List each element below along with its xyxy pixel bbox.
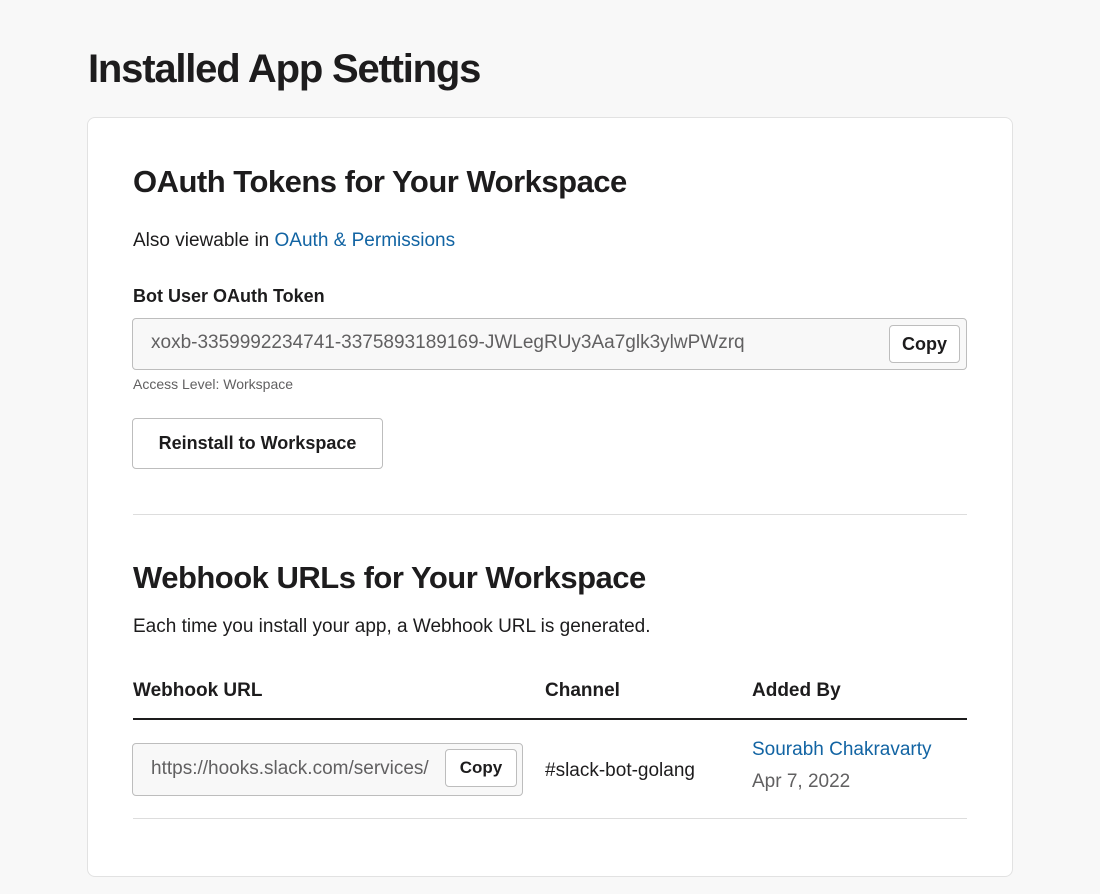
copy-webhook-button[interactable]: Copy (445, 749, 517, 787)
access-level-note: Access Level: Workspace (133, 376, 294, 392)
oauth-permissions-link[interactable]: OAuth & Permissions (275, 230, 456, 251)
copy-token-button[interactable]: Copy (889, 325, 960, 363)
table-header-rule (133, 718, 967, 720)
webhook-section-title: Webhook URLs for Your Workspace (133, 560, 646, 595)
bot-token-label: Bot User OAuth Token (133, 286, 325, 306)
column-header-channel: Channel (545, 680, 620, 701)
settings-card: OAuth Tokens for Your Workspace Also vie… (87, 117, 1013, 877)
webhook-url-value[interactable]: https://hooks.slack.com/services/ (151, 758, 447, 780)
row-divider (133, 818, 967, 819)
column-header-webhook-url: Webhook URL (133, 680, 263, 701)
webhook-description: Each time you install your app, a Webhoo… (133, 616, 651, 637)
page-title: Installed App Settings (88, 47, 481, 91)
section-divider (133, 514, 967, 515)
webhook-channel: #slack-bot-golang (545, 760, 695, 781)
also-viewable-prefix: Also viewable in (133, 230, 275, 251)
column-header-added-by: Added By (752, 680, 841, 701)
bot-token-field[interactable]: xoxb-3359992234741-3375893189169-JWLegRU… (132, 318, 967, 370)
oauth-section-title: OAuth Tokens for Your Workspace (133, 164, 627, 199)
webhook-url-field[interactable]: https://hooks.slack.com/services/ Copy (132, 743, 523, 796)
added-by-user-link[interactable]: Sourabh Chakravarty (752, 739, 932, 761)
reinstall-button[interactable]: Reinstall to Workspace (132, 418, 383, 469)
added-date: Apr 7, 2022 (752, 771, 851, 792)
also-viewable-text: Also viewable in OAuth & Permissions (133, 230, 455, 252)
bot-token-value[interactable]: xoxb-3359992234741-3375893189169-JWLegRU… (151, 332, 745, 354)
